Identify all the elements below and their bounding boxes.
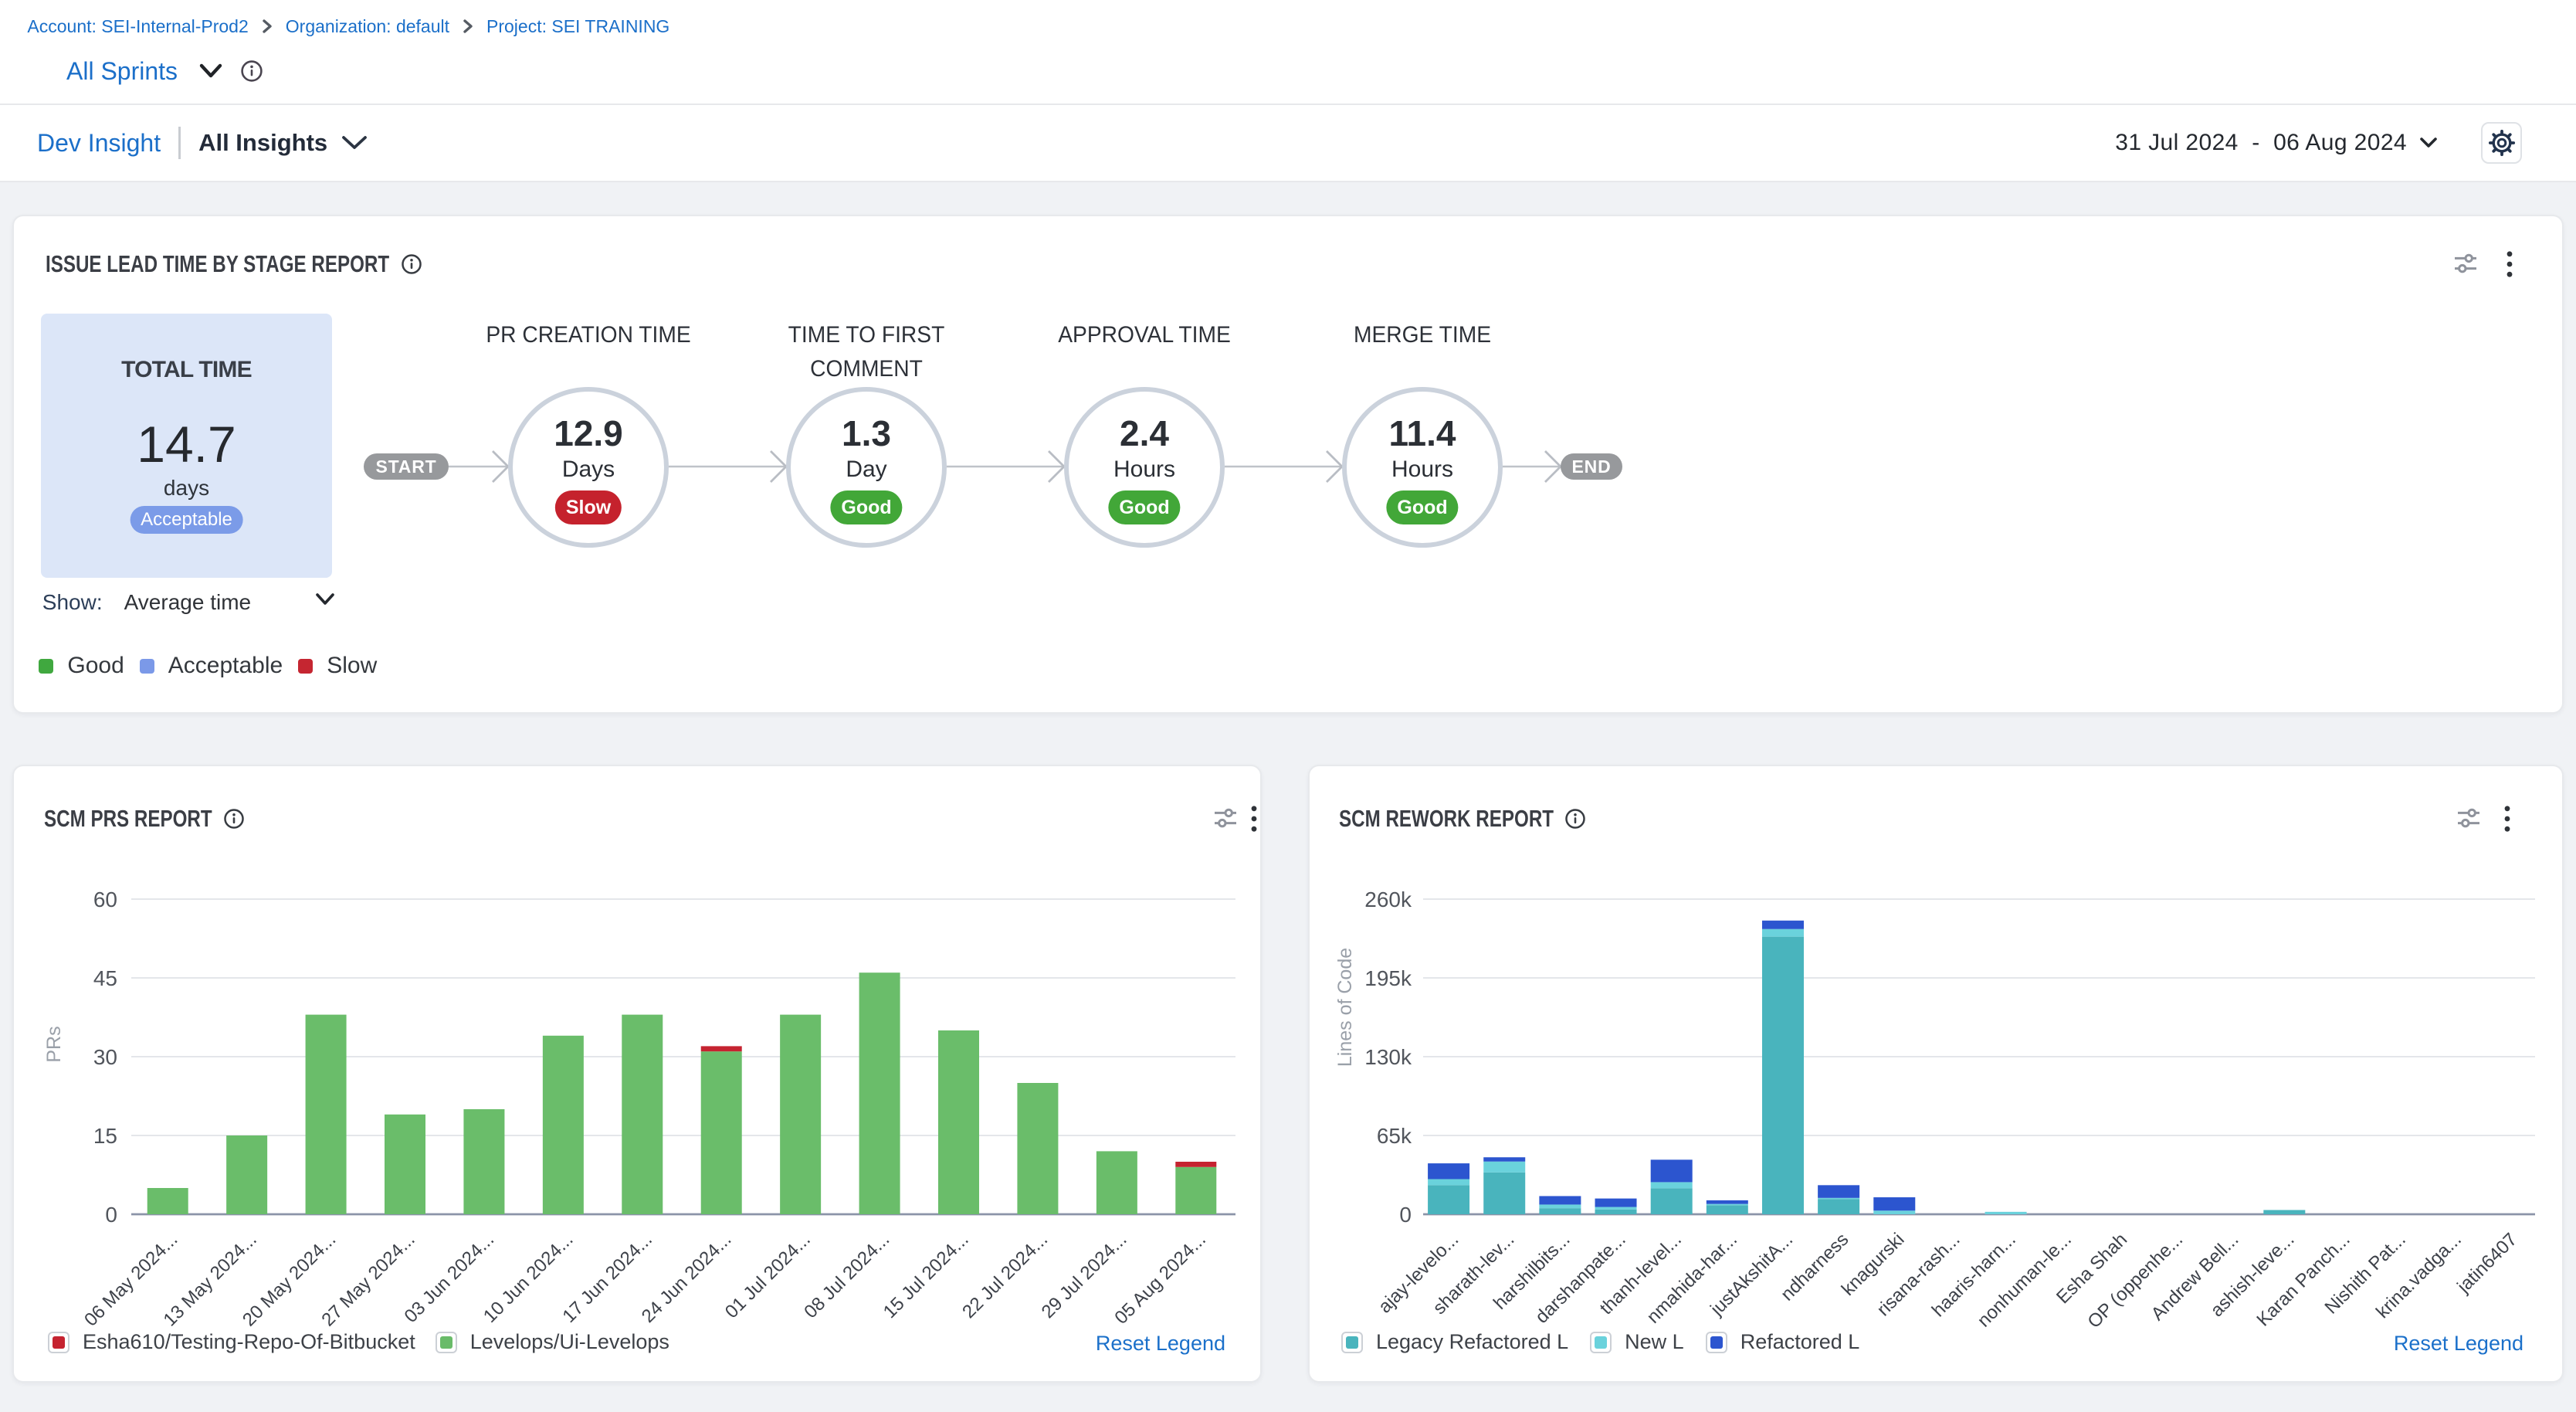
svg-text:PRs: PRs — [43, 1026, 65, 1062]
svg-text:15: 15 — [93, 1124, 117, 1148]
svg-text:0: 0 — [105, 1203, 117, 1227]
svg-text:60: 60 — [93, 888, 117, 911]
svg-text:OP (oppenhe...: OP (oppenhe... — [2083, 1229, 2187, 1332]
svg-text:260k: 260k — [1364, 888, 1412, 911]
svg-text:0: 0 — [1399, 1203, 1412, 1227]
svg-text:45: 45 — [93, 966, 117, 990]
svg-text:Lines of Code: Lines of Code — [1334, 948, 1356, 1067]
svg-text:jatin6407: jatin6407 — [2452, 1229, 2521, 1298]
svg-text:65k: 65k — [1377, 1124, 1412, 1148]
svg-text:195k: 195k — [1364, 966, 1412, 990]
svg-text:30: 30 — [93, 1045, 117, 1069]
svg-text:130k: 130k — [1364, 1045, 1412, 1069]
